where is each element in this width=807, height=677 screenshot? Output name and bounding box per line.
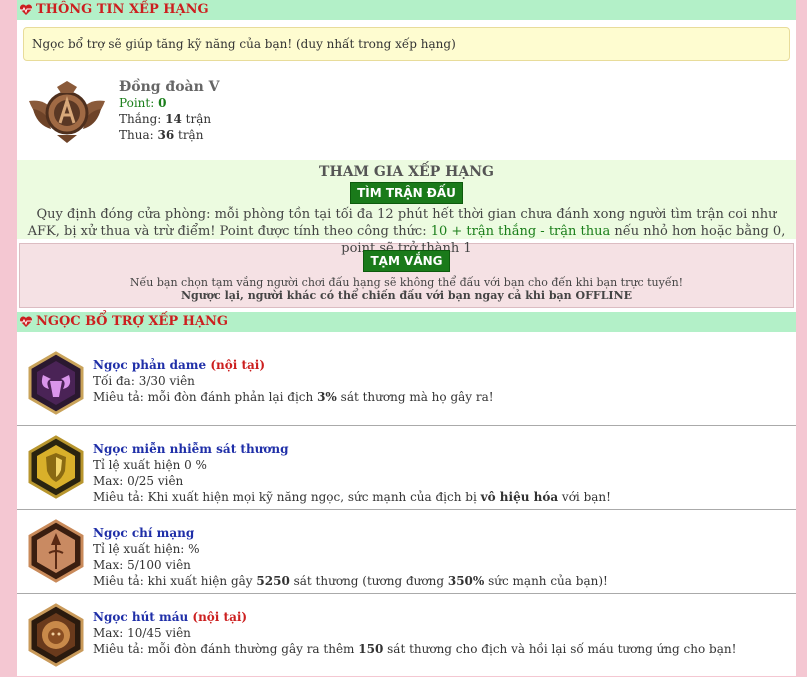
spear-icon — [28, 519, 84, 583]
gem-stat: Tối đa: 3/30 viên — [93, 374, 195, 388]
section-title: THÔNG TIN XẾP HẠNG — [36, 2, 209, 17]
gem-item-lifesteal: Ngọc hút máu (nội tại) Max: 10/45 viên M… — [17, 594, 796, 677]
gem-item-immunity: Ngọc miễn nhiễm sát thương Tỉ lệ xuất hi… — [17, 426, 796, 510]
rank-points: Point: 0 — [119, 96, 167, 110]
rank-card: Đồng đoàn V Point: 0 Thắng: 14 trận Thua… — [17, 67, 796, 160]
rank-name: Đồng đoàn V — [119, 79, 220, 95]
afk-box: TẠM VẮNG Nếu bạn chọn tạm vắng người chơ… — [19, 243, 794, 308]
heartbeat-icon — [19, 316, 33, 327]
gem-item-critical: Ngọc chí mạng Tỉ lệ xuất hiện: % Max: 5/… — [17, 510, 796, 594]
gem-stat: Max: 0/25 viên — [93, 474, 184, 488]
join-ranked-box: THAM GIA XẾP HẠNG TÌM TRẬN ĐẤU Quy định … — [17, 160, 796, 256]
gem-stat: Max: 10/45 viên — [93, 626, 191, 640]
join-title: THAM GIA XẾP HẠNG — [319, 164, 494, 180]
gem-item-reflect: Ngọc phản dame (nội tại) Tối đa: 3/30 vi… — [17, 342, 796, 426]
info-note: Ngọc bổ trợ sẽ giúp tăng kỹ năng của bạn… — [23, 27, 790, 61]
ranking-panel: THÔNG TIN XẾP HẠNG Ngọc bổ trợ sẽ giúp t… — [17, 0, 796, 676]
afk-info-text: Nếu bạn chọn tạm vắng người chơi đấu hạn… — [129, 276, 684, 289]
gem-stat: Tỉ lệ xuất hiện 0 % — [93, 458, 207, 472]
ranking-info-header: THÔNG TIN XẾP HẠNG — [17, 0, 796, 20]
gem-stat: Max: 5/100 viên — [93, 558, 191, 572]
gem-name: Ngọc phản dame — [93, 358, 207, 372]
find-match-button[interactable]: TÌM TRẬN ĐẤU — [350, 182, 463, 204]
gem-tag: (nội tại) — [206, 358, 266, 372]
gem-name: Ngọc chí mạng — [93, 526, 195, 540]
gem-desc: Miêu tả: mỗi đòn đánh thường gây ra thêm… — [93, 642, 737, 656]
gem-name: Ngọc hút máu — [93, 610, 189, 624]
gem-tag: (nội tại) — [188, 610, 248, 624]
bronze-rank-emblem-icon — [29, 81, 105, 143]
ram-head-icon — [28, 351, 84, 415]
afk-warning-text: Ngược lại, người khác có thể chiến đấu v… — [180, 289, 633, 302]
heartbeat-icon — [19, 4, 33, 15]
gem-stat: Tỉ lệ xuất hiện: % — [93, 542, 200, 556]
gem-name: Ngọc miễn nhiễm sát thương — [93, 442, 289, 456]
shield-icon — [28, 435, 84, 499]
gem-list: Ngọc phản dame (nội tại) Tối đa: 3/30 vi… — [17, 342, 796, 677]
section-title: NGỌC BỔ TRỢ XẾP HẠNG — [36, 314, 228, 329]
gem-desc: Miêu tả: Khi xuất hiện mọi kỹ năng ngọc,… — [93, 490, 611, 504]
gems-header: NGỌC BỔ TRỢ XẾP HẠNG — [17, 312, 796, 332]
rank-losses: Thua: 36 trận — [119, 128, 204, 142]
gem-desc: Miêu tả: mỗi đòn đánh phản lại địch 3% s… — [93, 390, 494, 404]
rank-wins: Thắng: 14 trận — [119, 112, 212, 126]
lion-head-icon — [28, 603, 84, 667]
gem-desc: Miêu tả: khi xuất hiện gây 5250 sát thươ… — [93, 574, 608, 588]
away-button[interactable]: TẠM VẮNG — [363, 250, 450, 272]
